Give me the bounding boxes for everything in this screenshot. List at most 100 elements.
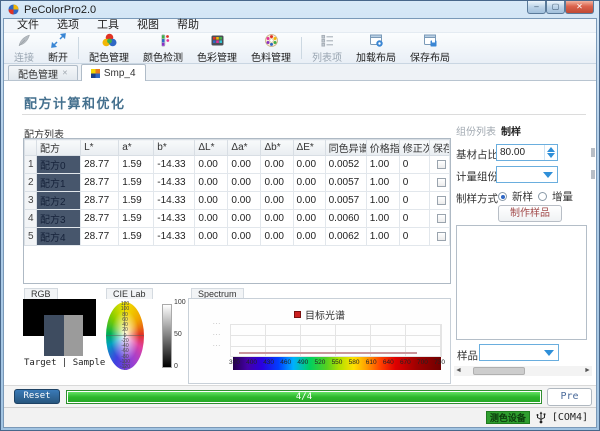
progress-bar: 4/4 [66, 390, 542, 404]
sample-select[interactable] [479, 344, 559, 361]
chevron-down-icon [543, 172, 553, 178]
method-radio-group: 新样 增量 [498, 189, 573, 204]
dosing-component-select[interactable] [496, 166, 558, 183]
color-matching-button[interactable]: 配色管理 [82, 33, 136, 63]
titlebar[interactable]: PeColorPro2.0 – ▢ ✕ [1, 1, 599, 18]
window-frame: PeColorPro2.0 – ▢ ✕ 文件 选项 工具 视图 帮助 连接 [0, 0, 600, 431]
formula-name-cell[interactable]: 配方4 [37, 228, 81, 246]
gutter-header [25, 140, 37, 156]
scroll-left-icon[interactable]: ◄ [454, 366, 463, 376]
menu-file[interactable]: 文件 [8, 19, 48, 32]
target-color-swatch [44, 315, 64, 356]
device-status-badge: 测色设备 [486, 411, 530, 424]
radio-increment-label[interactable]: 增量 [552, 189, 573, 204]
tab-color-matching[interactable]: 配色管理 ✕ [8, 65, 78, 80]
maximize-button[interactable]: ▢ [546, 1, 565, 14]
color-detect-button[interactable]: 颜色检测 [136, 33, 190, 63]
cielab-b-ticks: 120100 8060 4020 0-20 -40-60 -80-100 -12… [112, 302, 138, 370]
connect-button: 连接 [7, 33, 41, 63]
save-checkbox[interactable] [437, 232, 446, 241]
tab-rgb-panel[interactable]: RGB [24, 288, 58, 299]
usb-icon [536, 411, 546, 424]
save-layout-button[interactable]: 保存布局 [403, 33, 457, 63]
table-row[interactable]: 3 配方2 28.77 1.59 -14.33 0.00 0.00 0.00 0… [25, 192, 450, 210]
radio-new-sample[interactable] [498, 192, 507, 201]
com-port-label: [COM4] [552, 412, 588, 423]
menu-options[interactable]: 选项 [48, 19, 88, 32]
table-row[interactable]: 1 配方0 28.77 1.59 -14.33 0.00 0.00 0.00 0… [25, 156, 450, 174]
disconnect-button[interactable]: 断开 [41, 33, 75, 63]
menu-view[interactable]: 视图 [128, 19, 168, 32]
save-checkbox[interactable] [437, 160, 446, 169]
rgb-caption: Target | Sample [24, 358, 105, 368]
save-checkbox[interactable] [437, 178, 446, 187]
table-row[interactable]: 2 配方1 28.77 1.59 -14.33 0.00 0.00 0.00 0… [25, 174, 450, 192]
l-tick-100: 100 [174, 299, 186, 306]
app-window: 文件 选项 工具 视图 帮助 连接 断开 [3, 18, 597, 428]
color-management-button[interactable]: 色彩管理 [190, 33, 244, 63]
radio-increment[interactable] [538, 192, 547, 201]
right-panel-hscrollbar[interactable]: ◄ ► [454, 366, 592, 376]
dosing-component-label: 计量组份 [456, 169, 498, 184]
legend-marker [294, 311, 301, 318]
pre-button[interactable]: Pre [547, 388, 592, 406]
make-sample-button[interactable]: 制作样品 [498, 205, 562, 222]
table-row[interactable]: 4 配方3 28.77 1.59 -14.33 0.00 0.00 0.00 0… [25, 210, 450, 228]
spectrum-legend: 目标光谱 [189, 307, 450, 322]
formula-name-cell[interactable]: 配方2 [37, 192, 81, 210]
colorant-management-button[interactable]: 色料管理 [244, 33, 298, 63]
save-checkbox[interactable] [437, 196, 446, 205]
load-layout-button[interactable]: 加载布局 [349, 33, 403, 63]
toolbar: 连接 断开 配色管理 颜色检测 [4, 33, 596, 64]
table-row[interactable]: 5 配方4 28.77 1.59 -14.33 0.00 0.00 0.00 0… [25, 228, 450, 246]
sample-label: 样品 [457, 348, 478, 363]
main-content: 配方计算和优化 配方列表 配方 L* [4, 81, 596, 385]
connect-icon [17, 33, 32, 48]
save-checkbox[interactable] [437, 214, 446, 223]
tab-make-sample[interactable]: 制样 [501, 123, 521, 138]
formula-name-cell[interactable]: 配方0 [37, 156, 81, 174]
tab-smp4[interactable]: Smp_4 [81, 64, 146, 81]
reset-button[interactable]: Reset [14, 389, 60, 404]
scrollbar-thumb[interactable] [473, 367, 525, 375]
scroll-right-icon[interactable]: ► [583, 366, 592, 376]
save-layout-icon [423, 33, 438, 48]
color-detect-icon [156, 33, 171, 48]
target-spectrum-line [239, 352, 417, 354]
radio-new-sample-label[interactable]: 新样 [512, 189, 533, 204]
clipped-text-fragment [591, 148, 595, 157]
minimize-button[interactable]: – [527, 1, 546, 14]
load-layout-icon [369, 33, 384, 48]
clipped-text-fragment [591, 170, 595, 179]
document-tabbar: 配色管理 ✕ Smp_4 [4, 64, 596, 81]
close-button[interactable]: ✕ [565, 1, 594, 14]
tab-cielab-panel[interactable]: CIE Lab [106, 288, 153, 299]
palette-icon [264, 33, 279, 48]
formula-name-cell[interactable]: 配方3 [37, 210, 81, 228]
l-tick-0: 0 [174, 363, 178, 370]
page-title: 配方计算和优化 [24, 93, 126, 112]
formula-name-cell[interactable]: 配方1 [37, 174, 81, 192]
menu-help[interactable]: 帮助 [168, 19, 208, 32]
l-tick-50: 50 [174, 331, 182, 338]
progress-fill: 4/4 [68, 392, 540, 402]
spin-down-icon[interactable] [547, 153, 555, 158]
lightness-gradient-bar [162, 304, 172, 368]
base-ratio-stepper[interactable]: 80.00 [496, 144, 558, 161]
close-tab-icon[interactable]: ✕ [62, 69, 68, 77]
sample-color-swatch [64, 315, 83, 356]
table-header-row: 配方 L* a* b* ΔL* Δa* Δb* ΔE* 同色异谱 价格指数 修正… [25, 140, 450, 156]
base-ratio-value[interactable]: 80.00 [497, 145, 544, 160]
menu-tools[interactable]: 工具 [88, 19, 128, 32]
component-listbox[interactable] [456, 225, 587, 340]
color-chart-icon [210, 33, 225, 48]
color-wheel-icon [102, 33, 117, 48]
spin-up-icon[interactable] [547, 147, 555, 152]
progress-text: 4/4 [68, 392, 540, 402]
window-title: PeColorPro2.0 [24, 4, 96, 16]
app-icon [8, 4, 19, 15]
formula-table: 配方 L* a* b* ΔL* Δa* Δb* ΔE* 同色异谱 价格指数 修正… [23, 138, 451, 284]
tab-component-list[interactable]: 组份列表 [456, 123, 496, 138]
spectrum-y-ticks: ... ... ... [213, 320, 221, 348]
toolbar-separator [78, 37, 79, 59]
